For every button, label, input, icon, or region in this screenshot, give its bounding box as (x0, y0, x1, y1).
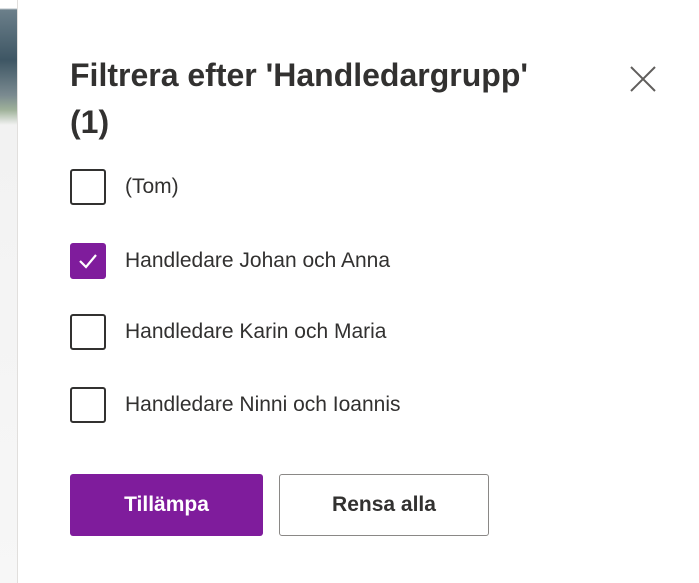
option-label: (Tom) (125, 175, 179, 198)
filter-option-tom[interactable]: (Tom) (70, 167, 550, 207)
close-button[interactable] (627, 63, 659, 95)
filter-option-ninni-ioannis[interactable]: Handledare Ninni och Ioannis (70, 385, 550, 425)
checkbox[interactable] (70, 314, 106, 350)
checkmark-icon (79, 254, 97, 269)
apply-button[interactable]: Tillämpa (70, 474, 263, 536)
filter-option-johan-anna[interactable]: Handledare Johan och Anna (70, 241, 550, 281)
checkbox[interactable] (70, 169, 106, 205)
checkbox[interactable] (70, 387, 106, 423)
option-label: Handledare Ninni och Ioannis (125, 393, 401, 416)
close-icon (630, 66, 656, 92)
option-label: Handledare Johan och Anna (125, 249, 391, 272)
filter-option-karin-maria[interactable]: Handledare Karin och Maria (70, 312, 550, 352)
clear-all-button[interactable]: Rensa alla (279, 474, 489, 536)
option-label: Handledare Karin och Maria (125, 320, 387, 343)
checkbox[interactable] (70, 243, 106, 279)
filter-panel: Filtrera efter 'Handledargrupp' (1) (Tom… (18, 0, 699, 583)
background-page-edge (0, 0, 18, 583)
panel-title: Filtrera efter 'Handledargrupp' (1) (70, 57, 528, 140)
